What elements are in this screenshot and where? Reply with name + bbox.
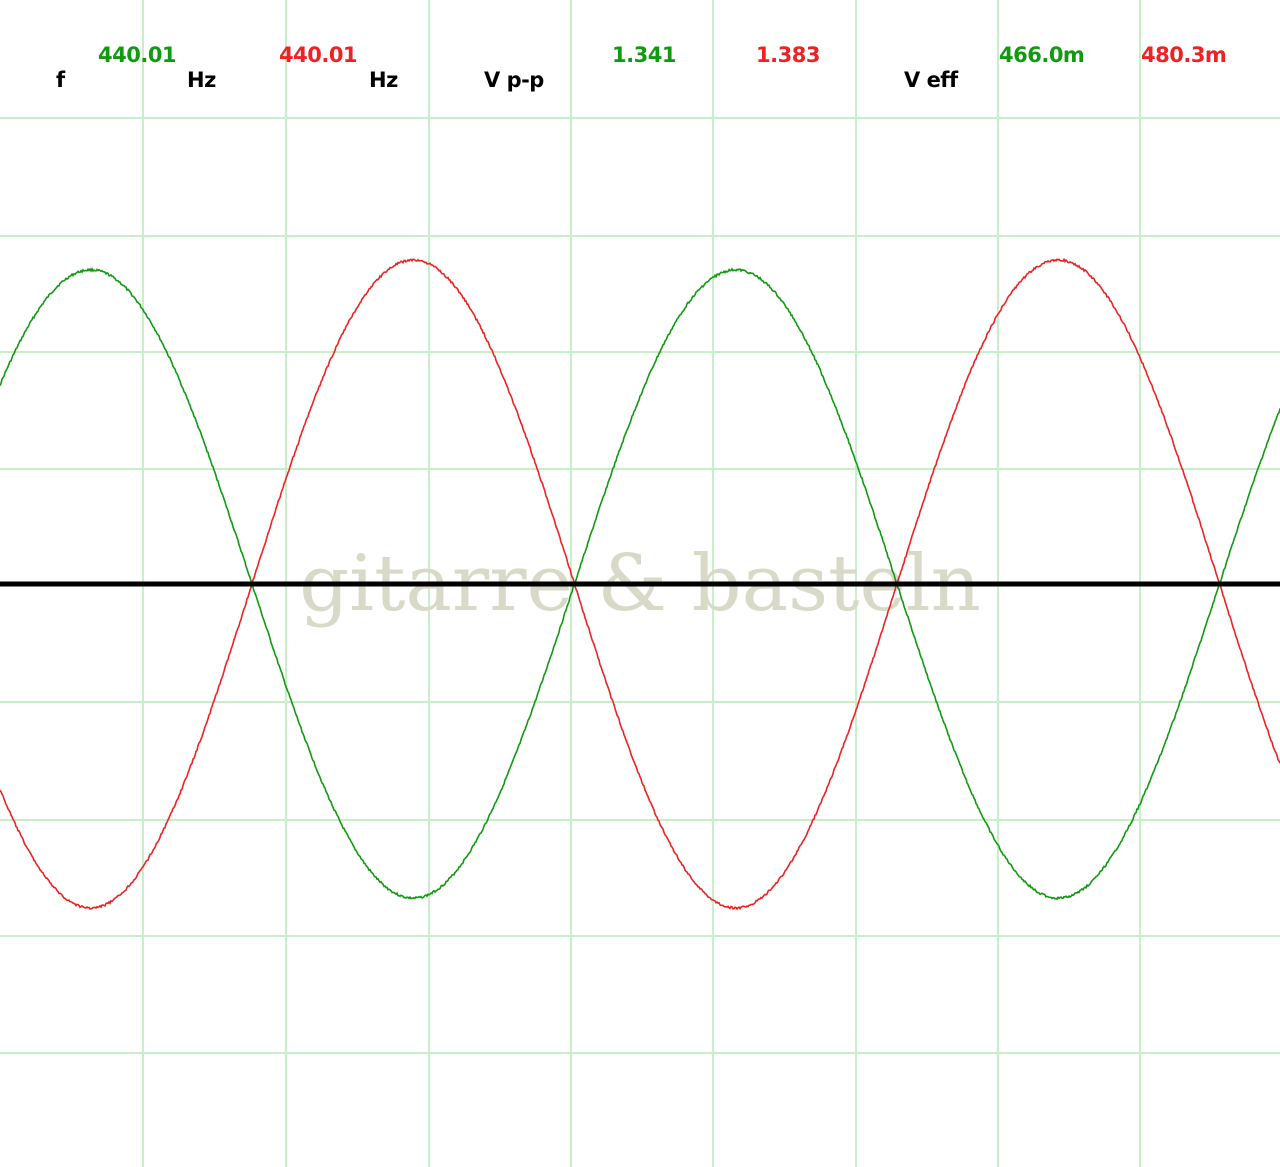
veff-ch1-value: 466.0m [999, 43, 1084, 67]
oscilloscope-display: gitarre & basteln f 440.01 Hz 440.01 Hz … [0, 0, 1280, 1167]
veff-label: V eff [904, 68, 959, 92]
frequency-label: f [56, 68, 66, 92]
hz-unit-label-2: Hz [369, 68, 398, 92]
vpp-ch2-value: 1.383 [756, 43, 820, 67]
vpp-label: V p-p [484, 68, 544, 92]
frequency-ch1-value: 440.01 [98, 43, 176, 67]
vpp-ch1-value: 1.341 [612, 43, 676, 67]
readout-panel: f 440.01 Hz 440.01 Hz V p-p 1.341 1.383 … [56, 43, 1227, 92]
hz-unit-label-1: Hz [187, 68, 216, 92]
frequency-ch2-value: 440.01 [279, 43, 357, 67]
veff-ch2-value: 480.3m [1141, 43, 1226, 67]
